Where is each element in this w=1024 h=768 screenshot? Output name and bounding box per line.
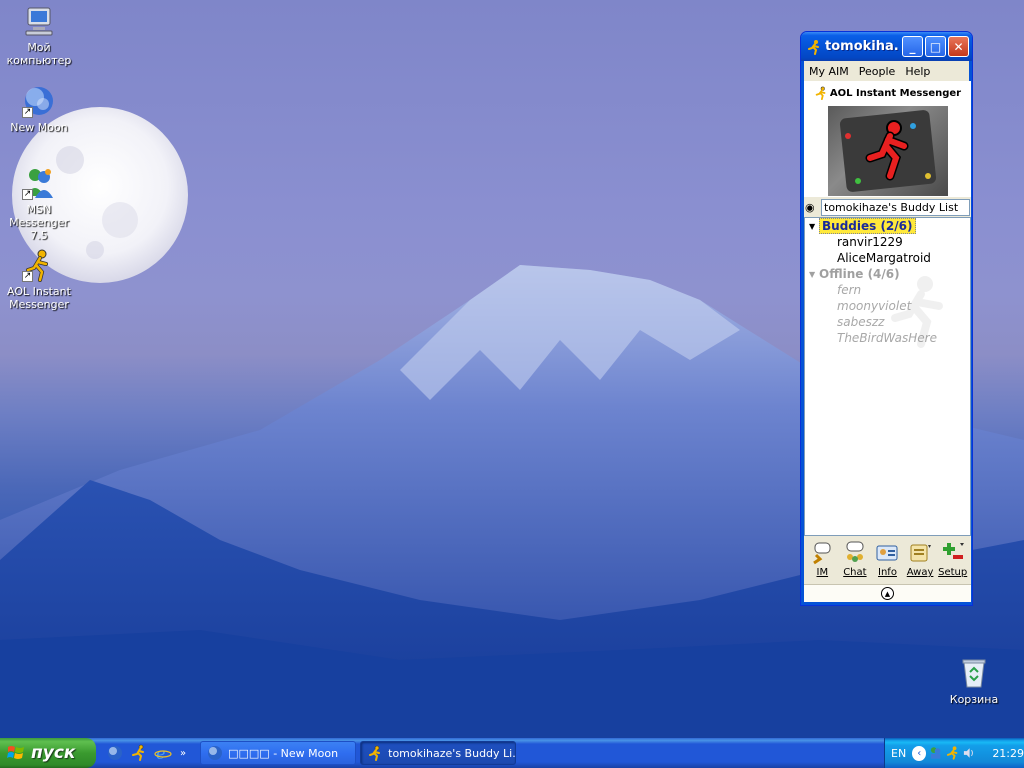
buddy-item[interactable]: AliceMargatroid — [805, 250, 970, 266]
im-button[interactable]: IM — [808, 541, 836, 584]
buddy-list-header: ◉ tomokihaze's Buddy List — [804, 197, 971, 217]
windows-logo-icon — [7, 746, 24, 759]
show-hidden-icons-button[interactable]: ‹ — [912, 745, 927, 761]
desktop-icon-aim[interactable]: ↗ AOL Instant Messenger — [2, 248, 76, 311]
aim-icon: ↗ — [22, 248, 56, 282]
minimize-button[interactable]: _ — [902, 36, 923, 57]
aim-brand-text: AOL Instant Messenger — [829, 87, 962, 99]
eye-icon[interactable]: ◉ — [805, 201, 821, 214]
im-label: IM — [816, 567, 829, 578]
language-indicator[interactable]: EN — [891, 747, 906, 760]
volume-icon[interactable] — [962, 746, 975, 760]
internet-explorer-icon[interactable]: e — [154, 744, 172, 762]
collapse-up-icon[interactable]: ▲ — [881, 587, 894, 600]
info-icon — [876, 545, 898, 561]
buddy-tree[interactable]: ▼ Buddies (2/6) ranvir1229 AliceMargatro… — [804, 217, 971, 536]
im-icon — [813, 542, 831, 565]
msn-messenger-icon[interactable] — [929, 746, 942, 760]
away-button[interactable]: Away — [906, 541, 934, 584]
aim-logo-icon — [815, 86, 826, 100]
recycle-bin-icon — [957, 656, 991, 690]
aim-icon[interactable] — [946, 746, 959, 760]
start-button[interactable]: пуск — [0, 738, 96, 768]
minimize-icon: _ — [909, 39, 916, 54]
expand-arrow-icon[interactable]: ▼ — [809, 222, 819, 231]
taskbar-item-label: tomokihaze's Buddy Li... — [388, 746, 517, 760]
aim-icon[interactable] — [130, 744, 148, 762]
new-moon-browser-icon — [208, 746, 223, 760]
aim-buddy-list-window[interactable]: tomokiha... _ □ ✕ My AIM People Help AOL… — [800, 31, 973, 606]
desktop-icon-new-moon[interactable]: ↗ New Moon — [2, 84, 76, 134]
aim-banner-ad[interactable] — [804, 105, 971, 197]
svg-text:e: e — [156, 744, 165, 762]
start-label: пуск — [31, 743, 76, 763]
taskbar-item-label: □□□□ - New Moon — [228, 746, 339, 760]
quick-launch-more-icon[interactable]: » — [180, 748, 186, 759]
chat-label: Chat — [843, 567, 867, 578]
away-icon — [910, 544, 932, 562]
window-title: tomokiha... — [825, 39, 900, 54]
quick-launch: e » — [106, 744, 186, 762]
info-label: Info — [878, 567, 897, 578]
desktop-icon-label: MSN Messenger 7.5 — [9, 203, 69, 242]
menu-help[interactable]: Help — [905, 65, 930, 78]
taskbar-item-aim[interactable]: tomokihaze's Buddy Li... — [360, 741, 517, 765]
aim-brand-header: AOL Instant Messenger — [804, 81, 971, 105]
my-computer-icon — [22, 4, 56, 38]
setup-label: Setup — [938, 567, 968, 578]
menu-my-aim[interactable]: My AIM — [809, 65, 849, 78]
close-button[interactable]: ✕ — [948, 36, 969, 57]
shortcut-arrow-icon: ↗ — [22, 189, 33, 200]
taskbar: пуск e » □□□□ - New Moon tomokihaze's Bu… — [0, 738, 1024, 768]
chat-icon — [846, 541, 864, 562]
away-label: Away — [906, 567, 934, 578]
running-man-icon — [839, 110, 936, 192]
chat-button[interactable]: Chat — [841, 541, 869, 584]
desktop-icon-label: New Moon — [10, 121, 68, 134]
setup-button[interactable]: Setup — [938, 541, 968, 584]
aim-toolbar: IM Chat Info Away Setup — [804, 538, 971, 584]
maximize-icon: □ — [929, 39, 942, 54]
new-moon-browser-icon: ↗ — [22, 84, 56, 118]
desktop-icon-msn-messenger[interactable]: ↗ MSN Messenger 7.5 — [2, 166, 76, 242]
msn-messenger-icon: ↗ — [22, 166, 56, 200]
desktop-icon-label: AOL Instant Messenger — [7, 285, 71, 311]
buddy-item[interactable]: ranvir1229 — [805, 234, 970, 250]
window-titlebar[interactable]: tomokiha... _ □ ✕ — [801, 32, 972, 61]
desktop-icon-label: Мой компьютер — [6, 41, 72, 67]
maximize-button[interactable]: □ — [925, 36, 946, 57]
menu-bar: My AIM People Help — [801, 61, 972, 81]
aim-icon — [369, 745, 381, 761]
menu-people[interactable]: People — [859, 65, 896, 78]
shortcut-arrow-icon: ↗ — [22, 107, 33, 118]
desktop-icon-label: Корзина — [949, 693, 999, 706]
taskbar-item-new-moon[interactable]: □□□□ - New Moon — [200, 741, 357, 765]
desktop: Мой компьютер ↗ New Moon ↗ MSN Messenger… — [0, 0, 1024, 738]
aim-banner-image — [827, 106, 948, 196]
info-button[interactable]: Info — [873, 541, 901, 584]
new-moon-browser-icon[interactable] — [106, 744, 124, 762]
buddy-list-name[interactable]: tomokihaze's Buddy List — [821, 198, 970, 216]
shortcut-arrow-icon: ↗ — [22, 271, 33, 282]
aim-body: AOL Instant Messenger ◉ tomokihaze's Bud… — [801, 81, 972, 605]
group-label: Buddies (2/6) — [819, 218, 916, 234]
expand-arrow-icon[interactable]: ▼ — [809, 270, 819, 279]
group-buddies[interactable]: ▼ Buddies (2/6) — [805, 218, 970, 234]
aim-icon — [808, 39, 819, 55]
desktop-icon-my-computer[interactable]: Мой компьютер — [2, 4, 76, 67]
setup-icon — [942, 543, 964, 559]
aim-watermark-icon — [891, 276, 943, 348]
collapse-bar: ▲ — [804, 584, 971, 602]
close-icon: ✕ — [953, 39, 964, 54]
desktop-icon-recycle-bin[interactable]: Корзина — [937, 656, 1011, 706]
clock[interactable]: 21:29 — [992, 747, 1024, 760]
system-tray: EN ‹ 21:29 — [884, 738, 1024, 768]
